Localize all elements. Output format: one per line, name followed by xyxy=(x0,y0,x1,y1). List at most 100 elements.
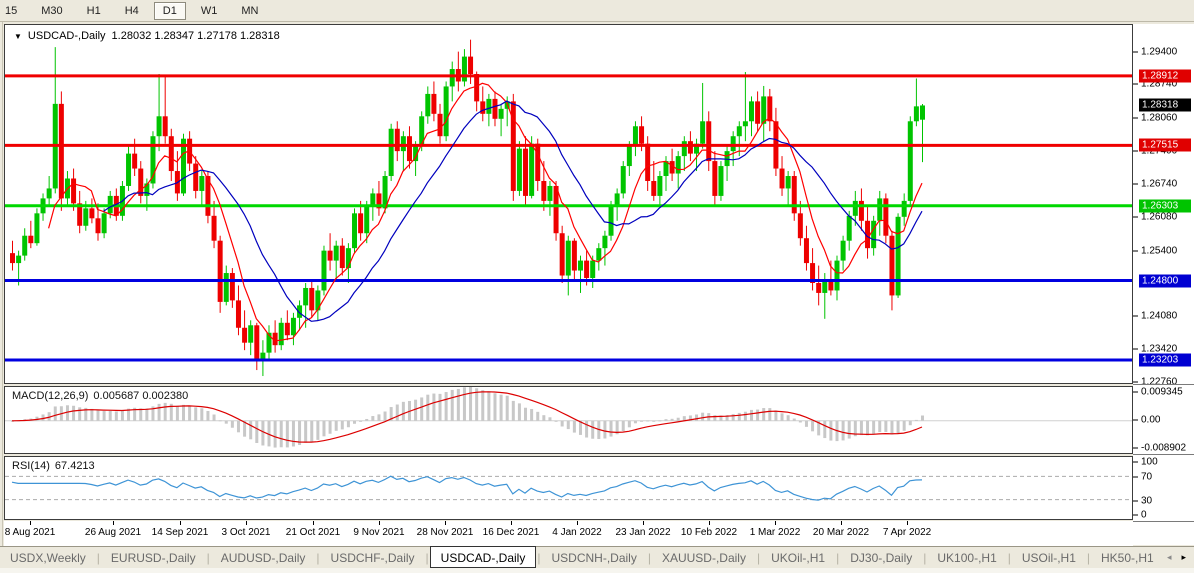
axis-tick-mark xyxy=(1133,392,1138,393)
tab-audusd-daily[interactable]: AUDUSD-,Daily xyxy=(211,548,316,568)
time-tick-mark xyxy=(709,521,710,525)
symbol-dropdown-icon[interactable]: ▼ xyxy=(14,32,22,41)
rsi-axis-label: 100 xyxy=(1133,457,1158,468)
tab-usoil-h1[interactable]: USOil-,H1 xyxy=(1012,548,1086,568)
tab-separator: | xyxy=(757,551,760,565)
bottom-strip xyxy=(0,568,1194,573)
tab-separator: | xyxy=(316,551,319,565)
date-label: 3 Oct 2021 xyxy=(222,527,271,538)
main-chart-canvas[interactable] xyxy=(5,25,1132,383)
time-tick-mark xyxy=(246,521,247,525)
timeframe-button-15[interactable]: 15 xyxy=(0,2,26,20)
date-label: 20 Mar 2022 xyxy=(813,527,869,538)
axis-tick-mark xyxy=(1133,382,1138,383)
axis-tick-mark xyxy=(1133,216,1138,217)
timeframe-button-h1[interactable]: H1 xyxy=(78,2,110,20)
tab-uk100-h1[interactable]: UK100-,H1 xyxy=(927,548,1006,568)
chart-ohlc-values: 1.28032 1.28347 1.27178 1.28318 xyxy=(112,30,280,42)
price-axis[interactable]: 1.294001.287401.280601.274001.267401.260… xyxy=(1133,24,1194,545)
macd-axis-label: -0.008902 xyxy=(1133,443,1186,454)
macd-label: MACD(12,26,9) 0.005687 0.002380 xyxy=(12,390,193,402)
date-label: 23 Jan 2022 xyxy=(615,527,670,538)
rsi-axis-label: 0 xyxy=(1133,510,1147,521)
tab-separator: | xyxy=(426,551,429,565)
macd-name: MACD(12,26,9) xyxy=(12,390,88,402)
axis-tick-mark xyxy=(1133,515,1138,516)
axis-tick-mark xyxy=(1133,477,1138,478)
trading-terminal: 15 M30 H1 H4 D1 W1 MN ▼ USDCAD-,Daily 1.28032 … xyxy=(0,0,1194,573)
timeframe-button-m30[interactable]: M30 xyxy=(32,2,71,20)
time-tick-mark xyxy=(379,521,380,525)
tab-eurusd-daily[interactable]: EURUSD-,Daily xyxy=(101,548,206,568)
rsi-axis-label: 30 xyxy=(1133,496,1152,507)
time-tick-mark xyxy=(907,521,908,525)
main-chart-panel[interactable]: ▼ USDCAD-,Daily 1.28032 1.28347 1.27178 … xyxy=(4,24,1133,384)
date-label: 10 Feb 2022 xyxy=(681,527,737,538)
price-badge-1-24800: 1.24800 xyxy=(1139,274,1191,287)
rsi-axis-label: 70 xyxy=(1133,472,1152,483)
axis-panel-separator xyxy=(1133,384,1194,385)
tab-usdcad-daily[interactable]: USDCAD-,Daily xyxy=(430,546,537,568)
rsi-canvas[interactable] xyxy=(5,457,1132,519)
axis-tick-mark xyxy=(1133,250,1138,251)
price-tick-label: 1.26740 xyxy=(1133,178,1177,189)
tab-usdcnh-daily[interactable]: USDCNH-,Daily xyxy=(541,548,646,568)
price-badge-1-26303: 1.26303 xyxy=(1139,199,1191,212)
tab-ukoil-h1[interactable]: UKOil-,H1 xyxy=(761,548,835,568)
tab-usdchf-daily[interactable]: USDCHF-,Daily xyxy=(321,548,425,568)
macd-values: 0.005687 0.002380 xyxy=(93,390,188,402)
time-tick-mark xyxy=(841,521,842,525)
date-label: 8 Aug 2021 xyxy=(5,527,56,538)
price-tick-label: 1.26080 xyxy=(1133,211,1177,222)
tab-separator: | xyxy=(97,551,100,565)
axis-tick-mark xyxy=(1133,51,1138,52)
axis-tick-mark xyxy=(1133,316,1138,317)
date-label: 4 Jan 2022 xyxy=(552,527,602,538)
macd-axis-label: 0.00 xyxy=(1133,415,1160,426)
axis-tick-mark xyxy=(1133,183,1138,184)
time-tick-mark xyxy=(775,521,776,525)
chart-symbol-label: USDCAD-,Daily xyxy=(28,30,106,42)
tab-dj30-daily[interactable]: DJ30-,Daily xyxy=(840,548,922,568)
time-tick-mark xyxy=(445,521,446,525)
tabs-scroll-right-icon[interactable]: ▸ xyxy=(1181,552,1186,563)
date-label: 28 Nov 2021 xyxy=(417,527,474,538)
tab-usdx-weekly[interactable]: USDX,Weekly xyxy=(0,548,96,568)
rsi-panel[interactable]: RSI(14) 67.4213 xyxy=(4,456,1133,520)
date-label: 1 Mar 2022 xyxy=(750,527,801,538)
timeframe-button-mn[interactable]: MN xyxy=(232,2,267,20)
tab-separator: | xyxy=(836,551,839,565)
axis-panel-separator xyxy=(1133,454,1194,455)
timeframe-toolbar: 15 M30 H1 H4 D1 W1 MN xyxy=(0,0,1194,22)
axis-tick-mark xyxy=(1133,84,1138,85)
axis-tick-mark xyxy=(1133,501,1138,502)
tab-separator: | xyxy=(1087,551,1090,565)
time-tick-mark xyxy=(511,521,512,525)
tab-xauusd-daily[interactable]: XAUUSD-,Daily xyxy=(652,548,756,568)
date-label: 9 Nov 2021 xyxy=(353,527,404,538)
axis-tick-mark xyxy=(1133,118,1138,119)
tab-scroll-arrows: ◂▸ xyxy=(1167,552,1186,563)
timeframe-button-h4[interactable]: H4 xyxy=(116,2,148,20)
time-tick-mark xyxy=(313,521,314,525)
time-tick-mark xyxy=(113,521,114,525)
price-tick-label: 1.25400 xyxy=(1133,245,1177,256)
chart-tab-bar: USDX,Weekly|EURUSD-,Daily|AUDUSD-,Daily|… xyxy=(0,546,1194,568)
timeframe-button-w1[interactable]: W1 xyxy=(192,2,227,20)
tab-separator: | xyxy=(923,551,926,565)
time-tick-mark xyxy=(643,521,644,525)
macd-axis-label: 0.009345 xyxy=(1133,387,1183,398)
macd-panel[interactable]: MACD(12,26,9) 0.005687 0.002380 xyxy=(4,386,1133,454)
time-axis[interactable]: 8 Aug 202126 Aug 202114 Sep 20213 Oct 20… xyxy=(4,521,1133,546)
time-tick-mark xyxy=(30,521,31,525)
tabs-scroll-left-icon[interactable]: ◂ xyxy=(1167,552,1172,563)
rsi-name: RSI(14) xyxy=(12,460,50,472)
tab-hk50-h1[interactable]: HK50-,H1 xyxy=(1091,548,1164,568)
price-tick-label: 1.29400 xyxy=(1133,46,1177,57)
rsi-value: 67.4213 xyxy=(55,460,95,472)
price-badge-1-28318: 1.28318 xyxy=(1139,99,1191,112)
date-label: 7 Apr 2022 xyxy=(883,527,931,538)
timeframe-button-d1[interactable]: D1 xyxy=(154,2,186,20)
tab-separator: | xyxy=(537,551,540,565)
axis-panel-separator xyxy=(1133,521,1194,522)
